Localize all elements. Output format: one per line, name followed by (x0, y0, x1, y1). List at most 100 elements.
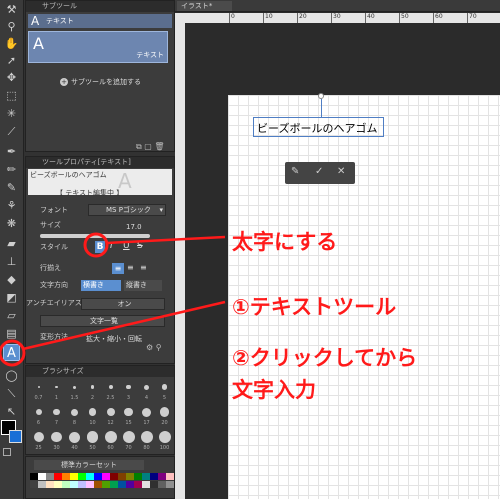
color-swatch[interactable] (54, 481, 62, 488)
align-left-button[interactable]: ≡ (112, 263, 124, 274)
color-swatch[interactable] (150, 473, 158, 480)
brush-size-cell[interactable]: 5 (156, 380, 173, 404)
color-swatch[interactable] (126, 481, 134, 488)
antialias-select[interactable]: オン (81, 298, 165, 310)
color-swatch[interactable] (70, 481, 78, 488)
brush-size-cell[interactable]: 7 (48, 405, 65, 429)
color-swatch[interactable] (134, 481, 142, 488)
figure-icon[interactable]: ▱ (4, 308, 19, 323)
sub-color-swatch[interactable] (9, 430, 22, 443)
correct-line-icon[interactable]: ↖ (4, 404, 19, 419)
brush-size-cell[interactable]: 3 (120, 380, 137, 404)
charlist-button[interactable]: 文字一覧 (40, 315, 165, 327)
pencil-icon[interactable]: ✏ (4, 162, 19, 177)
color-swatch[interactable] (38, 473, 46, 480)
align-right-button[interactable]: ≡ (140, 263, 147, 272)
brush-size-cell[interactable]: 25 (30, 430, 47, 454)
strike-button[interactable]: S (137, 241, 143, 251)
subtool-item-text[interactable]: A テキスト (28, 31, 168, 63)
size-value[interactable]: 17.0 (126, 223, 142, 231)
wrench-icon[interactable]: ⚒ (4, 2, 19, 17)
fill-icon[interactable]: ◆ (4, 272, 19, 287)
brush-size-cell[interactable]: 6 (30, 405, 47, 429)
brush-size-cell[interactable]: 2.5 (102, 380, 119, 404)
color-swatch[interactable] (150, 481, 158, 488)
color-swatch[interactable] (30, 481, 38, 488)
color-swatch[interactable] (142, 473, 150, 480)
gradient-icon[interactable]: ◩ (4, 290, 19, 305)
brush-size-cell[interactable]: 12 (102, 405, 119, 429)
brush-size-cell[interactable]: 10 (84, 405, 101, 429)
pen-icon[interactable]: ✒ (4, 144, 19, 159)
add-subtool-button[interactable]: + サブツールを追加する (60, 77, 141, 87)
decoration-icon[interactable]: ❋ (4, 216, 19, 231)
operation-icon[interactable]: ➚ (4, 53, 19, 68)
color-swatch[interactable] (118, 481, 126, 488)
brush-size-cell[interactable]: 15 (120, 405, 137, 429)
subtool-tab[interactable]: A テキスト (28, 14, 172, 28)
color-swatch[interactable] (62, 473, 70, 480)
airbrush-icon[interactable]: ⚘ (4, 198, 19, 213)
text-box[interactable]: ビーズボールのヘアゴム (253, 117, 384, 137)
move-icon[interactable]: ✥ (4, 70, 19, 85)
brush-size-cell[interactable]: 30 (48, 430, 65, 454)
brush-size-cell[interactable]: 40 (66, 430, 83, 454)
transform-value[interactable]: 拡大・縮小・回転 (86, 334, 142, 344)
brush-size-cell[interactable]: 60 (102, 430, 119, 454)
brush-icon[interactable]: ✎ (4, 180, 19, 195)
color-swatch[interactable] (102, 473, 110, 480)
brush-size-cell[interactable]: 2 (84, 380, 101, 404)
brush-size-cell[interactable]: 1 (48, 380, 65, 404)
color-swatch[interactable] (118, 473, 126, 480)
brush-size-cell[interactable]: 8 (66, 405, 83, 429)
confirm-icon[interactable]: ✓ (315, 166, 323, 177)
color-swatch[interactable] (102, 481, 110, 488)
size-slider[interactable] (40, 234, 150, 238)
color-set-select[interactable]: 標準カラーセット (34, 460, 144, 470)
color-swatch[interactable] (78, 473, 86, 480)
brush-size-cell[interactable]: 0.7 (30, 380, 47, 404)
blend-icon[interactable]: ⊥ (4, 254, 19, 269)
pen-edit-icon[interactable]: ✎ (291, 166, 299, 177)
eraser-icon[interactable]: ▰ (4, 236, 19, 251)
color-swatch[interactable] (62, 481, 70, 488)
color-swatch[interactable] (94, 473, 102, 480)
bold-button[interactable]: B (95, 241, 105, 253)
align-center-button[interactable]: ≡ (127, 263, 134, 272)
tab-illust[interactable]: イラスト* (177, 1, 232, 11)
font-select[interactable]: MS Pゴシック ▾ (88, 204, 166, 216)
transparent-color-icon[interactable] (3, 448, 11, 456)
color-swatch[interactable] (78, 481, 86, 488)
color-swatch[interactable] (54, 473, 62, 480)
balloon-icon[interactable]: ◯ (4, 368, 19, 383)
brush-size-cell[interactable]: 17 (138, 405, 155, 429)
brush-size-cell[interactable]: 70 (120, 430, 137, 454)
eyedropper-icon[interactable]: ⟋ (4, 124, 19, 139)
color-swatch[interactable] (110, 481, 118, 488)
brush-size-cell[interactable]: 100 (156, 430, 173, 454)
italic-button[interactable]: I (110, 241, 113, 251)
color-swatch[interactable] (134, 473, 142, 480)
brush-size-cell[interactable]: 4 (138, 380, 155, 404)
color-swatch[interactable] (86, 481, 94, 488)
horizontal-text-button[interactable]: 横書き (81, 280, 121, 291)
auto-select-icon[interactable]: ✳ (4, 106, 19, 121)
subtool-footer-icons[interactable]: ⧉ ▢ 🗑 (136, 142, 165, 152)
color-swatch[interactable] (46, 473, 54, 480)
ruler-line-icon[interactable]: ⟍ (4, 386, 19, 401)
zoom-icon[interactable]: ⚲ (4, 19, 19, 34)
color-swatch[interactable] (86, 473, 94, 480)
color-swatch[interactable] (30, 473, 38, 480)
text-tool-icon[interactable]: A (3, 344, 20, 361)
brush-size-cell[interactable]: 1.5 (66, 380, 83, 404)
color-swatch[interactable] (126, 473, 134, 480)
hand-icon[interactable]: ✋ (4, 36, 19, 51)
color-swatch[interactable] (38, 481, 46, 488)
color-swatch[interactable] (166, 473, 174, 480)
color-swatch[interactable] (158, 481, 166, 488)
brush-size-cell[interactable]: 20 (156, 405, 173, 429)
selection-icon[interactable]: ⬚ (4, 88, 19, 103)
close-icon[interactable]: ✕ (337, 166, 345, 177)
color-swatch[interactable] (46, 481, 54, 488)
color-swatch[interactable] (166, 481, 174, 488)
